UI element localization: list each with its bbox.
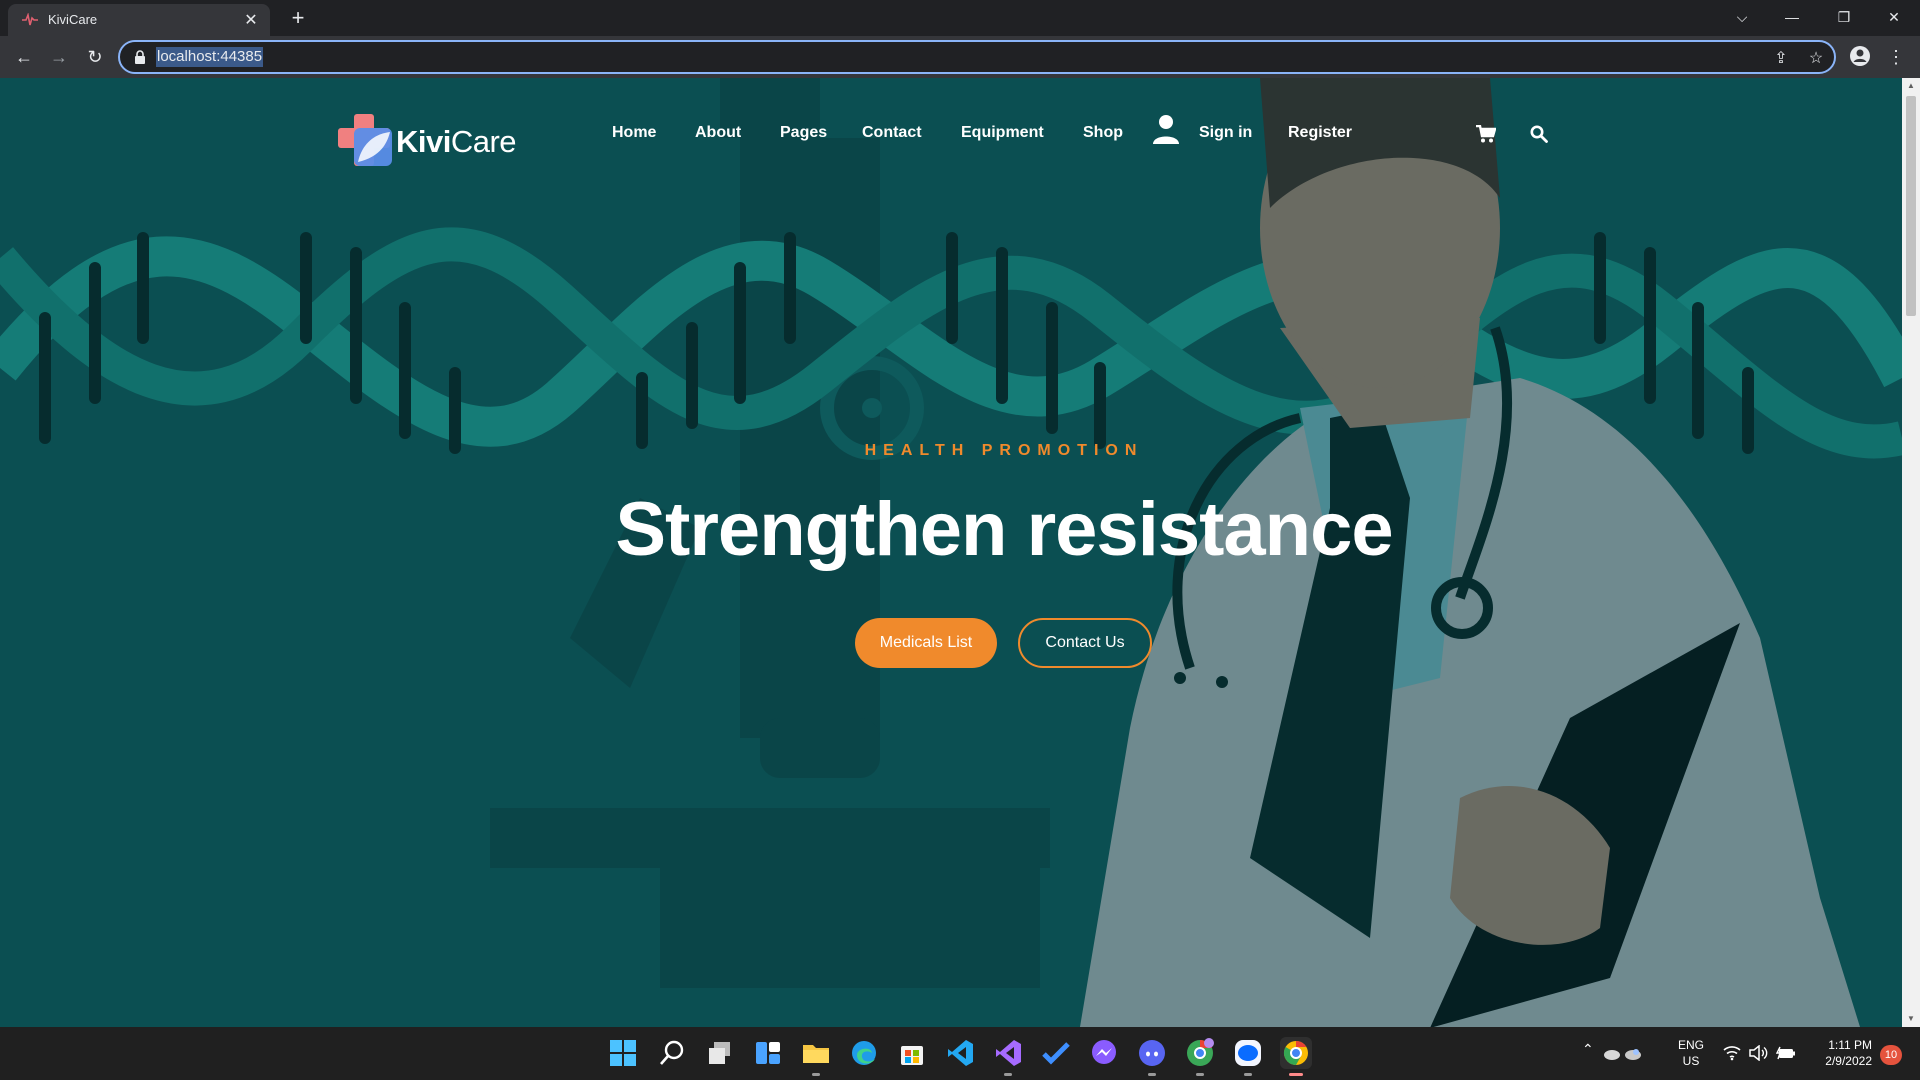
language-indicator[interactable]: ENG US bbox=[1668, 1037, 1714, 1069]
onedrive-tray-icon[interactable] bbox=[1603, 1044, 1621, 1062]
discord-logo-icon bbox=[1139, 1040, 1165, 1066]
running-indicator bbox=[1244, 1073, 1252, 1076]
nav-shop[interactable]: Shop bbox=[1083, 124, 1123, 142]
microsoft-store-icon[interactable] bbox=[896, 1037, 928, 1069]
share-icon[interactable]: ⇪ bbox=[1770, 48, 1792, 70]
messenger-icon[interactable] bbox=[1088, 1037, 1120, 1069]
minimize-button[interactable]: — bbox=[1768, 0, 1816, 34]
zalo-logo-icon bbox=[1235, 1040, 1261, 1066]
kivicare-favicon-icon bbox=[22, 13, 38, 26]
start-windows-icon[interactable] bbox=[607, 1037, 639, 1069]
medical-cross-logo-icon bbox=[338, 114, 392, 166]
language-code: ENG bbox=[1677, 1038, 1704, 1052]
medicals-list-button[interactable]: Medicals List bbox=[855, 618, 997, 668]
nav-equipment[interactable]: Equipment bbox=[961, 124, 1044, 142]
browser-tab[interactable]: KiviCare ✕ bbox=[8, 4, 270, 36]
weather-tray-icon[interactable] bbox=[1624, 1044, 1642, 1062]
show-hidden-icons-chevron-icon[interactable]: ⌃ bbox=[1582, 1041, 1594, 1058]
battery-charging-icon[interactable] bbox=[1776, 1045, 1796, 1061]
tab-title: KiviCare bbox=[48, 12, 98, 27]
contact-us-button[interactable]: Contact Us bbox=[1018, 618, 1152, 668]
zalo-icon[interactable] bbox=[1232, 1037, 1264, 1076]
logo-kivi-text: Kivi bbox=[396, 124, 451, 159]
todo-icon[interactable] bbox=[1040, 1037, 1072, 1069]
chrome-logo-icon bbox=[1283, 1041, 1308, 1065]
profile-avatar-icon bbox=[1850, 46, 1870, 66]
notification-count-badge[interactable]: 10 bbox=[1880, 1045, 1902, 1065]
hero-section: KiviCare Home About Pages Contact Equipm… bbox=[0, 78, 1902, 1027]
nav-pages[interactable]: Pages bbox=[780, 124, 827, 142]
running-indicator bbox=[1004, 1073, 1012, 1076]
reload-button[interactable]: ↻ bbox=[83, 45, 107, 69]
browser-toolbar: ← → ↻ localhost:44385 ⇪ ☆ ⋮ bbox=[0, 36, 1920, 78]
shopping-cart-icon[interactable] bbox=[1476, 125, 1496, 143]
user-icon[interactable] bbox=[1152, 114, 1180, 146]
file-explorer-icon[interactable] bbox=[800, 1037, 832, 1076]
nav-about[interactable]: About bbox=[695, 124, 741, 142]
running-indicator bbox=[812, 1073, 820, 1076]
back-button[interactable]: ← bbox=[12, 45, 36, 69]
visual-studio-icon[interactable] bbox=[992, 1037, 1024, 1076]
logo-wordmark: KiviCare bbox=[396, 124, 517, 160]
widgets-icon[interactable] bbox=[752, 1037, 784, 1069]
restore-button[interactable]: ❐ bbox=[1820, 0, 1868, 34]
scroll-up-arrow-icon[interactable]: ▲ bbox=[1902, 78, 1920, 94]
clock[interactable]: 1:11 PM 2/9/2022 bbox=[1808, 1037, 1872, 1069]
kivicare-logo[interactable]: KiviCare bbox=[338, 114, 517, 168]
nav-sign-in[interactable]: Sign in bbox=[1199, 124, 1252, 142]
running-indicator bbox=[1148, 1073, 1156, 1076]
volume-icon[interactable] bbox=[1748, 1045, 1768, 1061]
edge-icon[interactable] bbox=[848, 1037, 880, 1069]
nav-register[interactable]: Register bbox=[1288, 124, 1352, 142]
profile-icon[interactable] bbox=[1848, 45, 1872, 69]
running-indicator bbox=[1196, 1073, 1204, 1076]
forward-button[interactable]: → bbox=[47, 45, 71, 69]
folder-icon bbox=[803, 1045, 829, 1063]
bookmark-star-icon[interactable]: ☆ bbox=[1805, 48, 1827, 70]
discord-icon[interactable] bbox=[1136, 1037, 1168, 1076]
browser-menu-icon[interactable]: ⋮ bbox=[1884, 45, 1908, 69]
chrome-icon[interactable] bbox=[1280, 1037, 1312, 1076]
lock-icon bbox=[135, 50, 145, 64]
search-icon[interactable] bbox=[1530, 125, 1548, 143]
hero-kicker: HEALTH PROMOTION bbox=[864, 442, 1144, 459]
task-view-icon[interactable] bbox=[704, 1037, 736, 1069]
active-indicator bbox=[1289, 1073, 1303, 1076]
chrome-alt-logo-icon bbox=[1187, 1038, 1214, 1066]
windows-taskbar: ⌃ ENG US 1:11 PM 2/9/2022 10 bbox=[0, 1027, 1920, 1080]
address-bar[interactable]: localhost:44385 ⇪ ☆ bbox=[118, 40, 1836, 74]
new-tab-button[interactable]: + bbox=[286, 4, 310, 32]
region-code: US bbox=[1682, 1054, 1700, 1068]
vs-code-icon[interactable] bbox=[944, 1037, 976, 1069]
close-window-button[interactable]: ✕ bbox=[1870, 0, 1918, 34]
hero-headline: Strengthen resistance bbox=[615, 487, 1393, 572]
logo-care-text: Care bbox=[450, 124, 517, 159]
nav-home[interactable]: Home bbox=[612, 124, 656, 142]
tab-search-chevron-icon[interactable]: ⌵ bbox=[1718, 0, 1766, 34]
clock-date: 2/9/2022 bbox=[1825, 1054, 1872, 1068]
scrollbar-thumb[interactable] bbox=[1906, 96, 1916, 316]
search-taskbar-icon[interactable] bbox=[656, 1037, 688, 1069]
visual-studio-logo-icon bbox=[996, 1040, 1021, 1066]
tab-close-icon[interactable]: ✕ bbox=[242, 10, 260, 30]
scroll-down-arrow-icon[interactable]: ▼ bbox=[1902, 1011, 1920, 1027]
browser-tab-strip: KiviCare ✕ + ⌵ — ❐ ✕ bbox=[0, 0, 1920, 36]
clock-time: 1:11 PM bbox=[1828, 1038, 1872, 1052]
page-scrollbar[interactable]: ▲ ▼ bbox=[1902, 78, 1920, 1027]
chrome-profile-icon[interactable] bbox=[1184, 1037, 1216, 1076]
url-text[interactable]: localhost:44385 bbox=[156, 47, 264, 67]
wifi-icon[interactable] bbox=[1723, 1045, 1741, 1061]
nav-contact[interactable]: Contact bbox=[862, 124, 922, 142]
